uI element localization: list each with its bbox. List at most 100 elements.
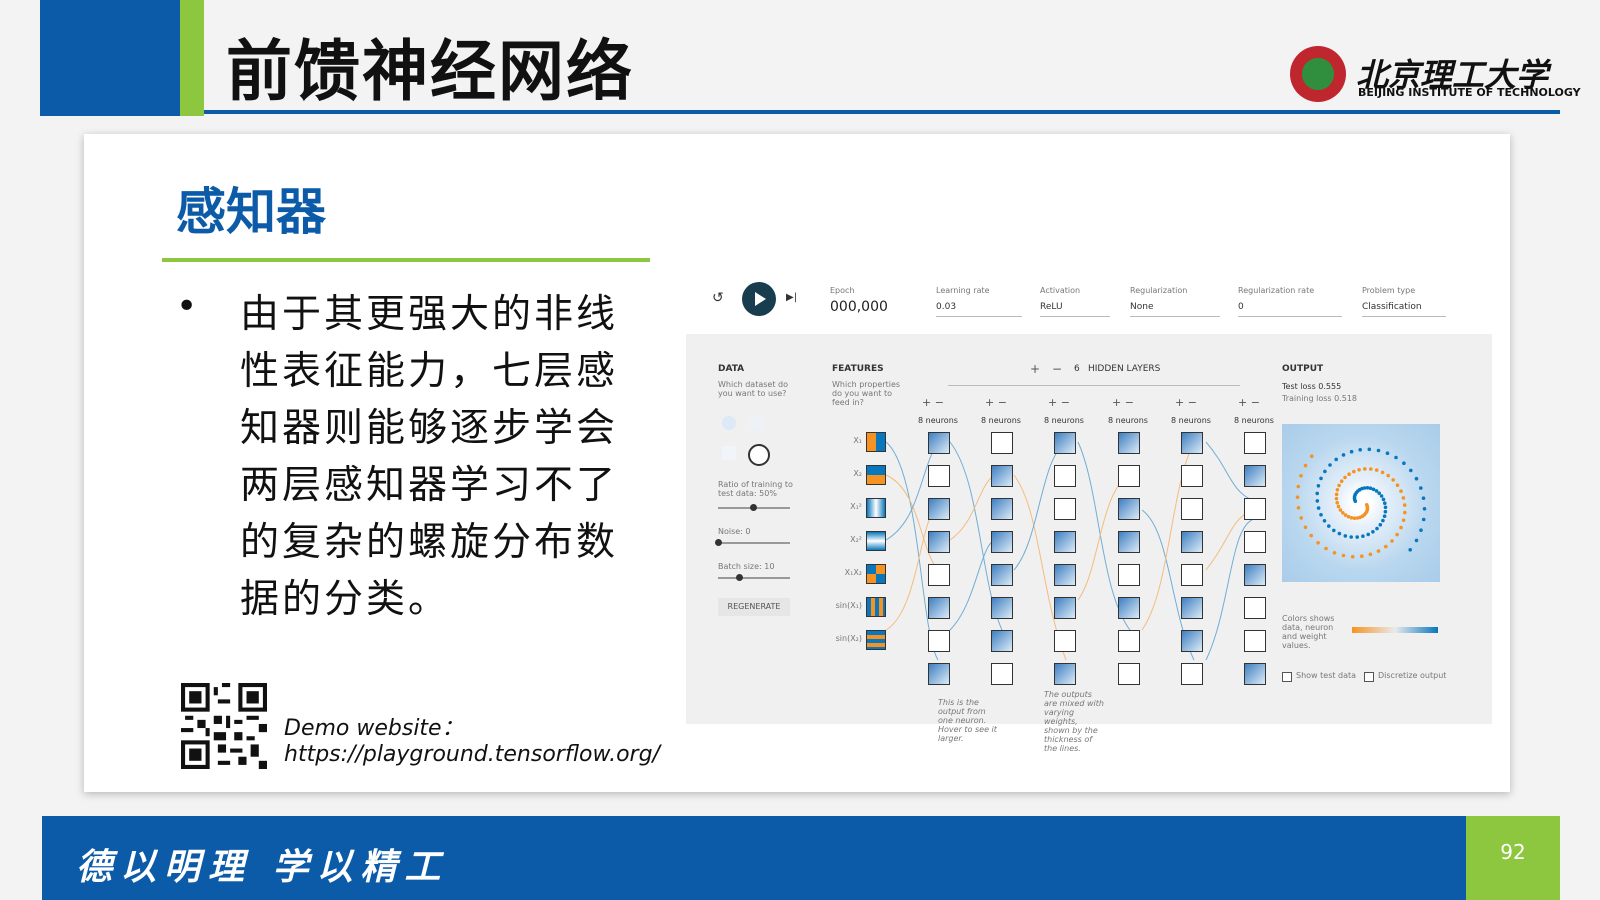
demo-url-link[interactable]: https://playground.tensorflow.org/ xyxy=(284,742,660,768)
batch-knob[interactable] xyxy=(736,574,743,581)
neuron-node[interactable] xyxy=(1118,531,1140,553)
lr-select[interactable]: 0.03 xyxy=(936,302,1022,317)
neuron-node[interactable] xyxy=(991,630,1013,652)
neuron-node[interactable] xyxy=(1054,465,1076,487)
neuron-node[interactable] xyxy=(1118,663,1140,685)
spiral-point xyxy=(1385,451,1390,455)
neuron-node[interactable] xyxy=(928,531,950,553)
dataset-gauss-icon[interactable] xyxy=(722,446,736,460)
spiral-point xyxy=(1401,496,1406,500)
spiral-point xyxy=(1381,497,1386,502)
neuron-node[interactable] xyxy=(928,630,950,652)
neuron-node[interactable] xyxy=(1054,630,1076,652)
spiral-point xyxy=(1316,541,1320,545)
spiral-point xyxy=(1323,469,1327,474)
neuron-node[interactable] xyxy=(1054,432,1076,454)
activation-select[interactable]: ReLU xyxy=(1040,302,1110,317)
neuron-node[interactable] xyxy=(1181,564,1203,586)
neuron-node[interactable] xyxy=(1181,498,1203,520)
spiral-point xyxy=(1381,518,1385,523)
neuron-node[interactable] xyxy=(1118,432,1140,454)
data-title: DATA xyxy=(718,364,745,374)
neuron-node[interactable] xyxy=(1118,630,1140,652)
neuron-node[interactable] xyxy=(1181,630,1203,652)
add-layer-button[interactable]: + xyxy=(1030,362,1040,376)
spiral-point xyxy=(1357,468,1361,472)
noise-knob[interactable] xyxy=(715,539,722,546)
neuron-add-remove-buttons[interactable]: + − xyxy=(985,396,1007,409)
reg-rate-select[interactable]: 0 xyxy=(1238,302,1342,317)
neuron-node[interactable] xyxy=(1244,531,1266,553)
neuron-node[interactable] xyxy=(1054,498,1076,520)
neuron-node[interactable] xyxy=(1181,432,1203,454)
neuron-node[interactable] xyxy=(991,663,1013,685)
spiral-point xyxy=(1299,474,1303,478)
neuron-node[interactable] xyxy=(991,564,1013,586)
neuron-node[interactable] xyxy=(1054,531,1076,553)
neuron-node[interactable] xyxy=(1181,465,1203,487)
neuron-node[interactable] xyxy=(1244,498,1266,520)
spiral-point xyxy=(1391,478,1395,482)
neuron-node[interactable] xyxy=(1244,630,1266,652)
spiral-point xyxy=(1322,519,1327,523)
show-test-checkbox[interactable] xyxy=(1282,672,1292,682)
neurons-count-label: 8 neurons xyxy=(981,416,1021,425)
neuron-node[interactable] xyxy=(928,564,950,586)
neuron-add-remove-buttons[interactable]: + − xyxy=(1048,396,1070,409)
spiral-point xyxy=(1374,468,1379,472)
neuron-node[interactable] xyxy=(928,663,950,685)
output-heatmap[interactable] xyxy=(1282,424,1440,582)
neuron-node[interactable] xyxy=(1118,465,1140,487)
neuron-node[interactable] xyxy=(928,597,950,619)
neuron-node[interactable] xyxy=(928,498,950,520)
neuron-node[interactable] xyxy=(1181,597,1203,619)
spiral-point xyxy=(1319,513,1323,517)
neuron-node[interactable] xyxy=(991,531,1013,553)
neuron-node[interactable] xyxy=(991,465,1013,487)
problem-type-select[interactable]: Classification xyxy=(1362,302,1446,317)
neuron-node[interactable] xyxy=(1244,597,1266,619)
reset-icon[interactable]: ↺ xyxy=(712,290,724,306)
neuron-node[interactable] xyxy=(1118,564,1140,586)
neuron-node[interactable] xyxy=(1181,663,1203,685)
neuron-node[interactable] xyxy=(991,432,1013,454)
dataset-xor-icon[interactable] xyxy=(750,416,764,430)
neuron-node[interactable] xyxy=(1244,432,1266,454)
neuron-add-remove-buttons[interactable]: + − xyxy=(1238,396,1260,409)
spiral-point xyxy=(1347,472,1351,476)
dataset-spiral-icon[interactable] xyxy=(748,444,770,466)
discretize-checkbox[interactable] xyxy=(1364,672,1374,682)
spiral-point xyxy=(1334,496,1339,501)
neuron-node[interactable] xyxy=(1118,498,1140,520)
weights-note: The outputs are mixed with varying weigh… xyxy=(1044,690,1104,753)
discretize-label: Discretize output xyxy=(1378,671,1447,680)
neuron-node[interactable] xyxy=(1054,663,1076,685)
neuron-node[interactable] xyxy=(991,498,1013,520)
remove-layer-button[interactable]: − xyxy=(1052,362,1062,376)
batch-label: Batch size: 10 xyxy=(718,562,775,571)
neuron-node[interactable] xyxy=(1244,564,1266,586)
step-icon[interactable]: ▶| xyxy=(786,292,797,303)
neuron-node[interactable] xyxy=(928,465,950,487)
neurons-count-label: 8 neurons xyxy=(918,416,958,425)
neuron-node[interactable] xyxy=(928,432,950,454)
neuron-node[interactable] xyxy=(1244,663,1266,685)
regenerate-button[interactable]: REGENERATE xyxy=(718,598,790,616)
neuron-add-remove-buttons[interactable]: + − xyxy=(1112,396,1134,409)
neuron-node[interactable] xyxy=(1118,597,1140,619)
noise-slider[interactable] xyxy=(718,542,790,544)
neuron-node[interactable] xyxy=(1054,597,1076,619)
neuron-add-remove-buttons[interactable]: + − xyxy=(1175,396,1197,409)
neuron-add-remove-buttons[interactable]: + − xyxy=(922,396,944,409)
neuron-node[interactable] xyxy=(991,597,1013,619)
neuron-node[interactable] xyxy=(1181,531,1203,553)
neuron-node[interactable] xyxy=(1244,465,1266,487)
batch-slider[interactable] xyxy=(718,577,790,579)
dataset-circle-icon[interactable] xyxy=(722,416,736,430)
neuron-node[interactable] xyxy=(1054,564,1076,586)
spiral-point xyxy=(1361,534,1365,538)
ratio-knob[interactable] xyxy=(750,504,757,511)
play-button[interactable] xyxy=(742,282,776,316)
neurons-count-label: 8 neurons xyxy=(1171,416,1211,425)
regularization-select[interactable]: None xyxy=(1130,302,1220,317)
